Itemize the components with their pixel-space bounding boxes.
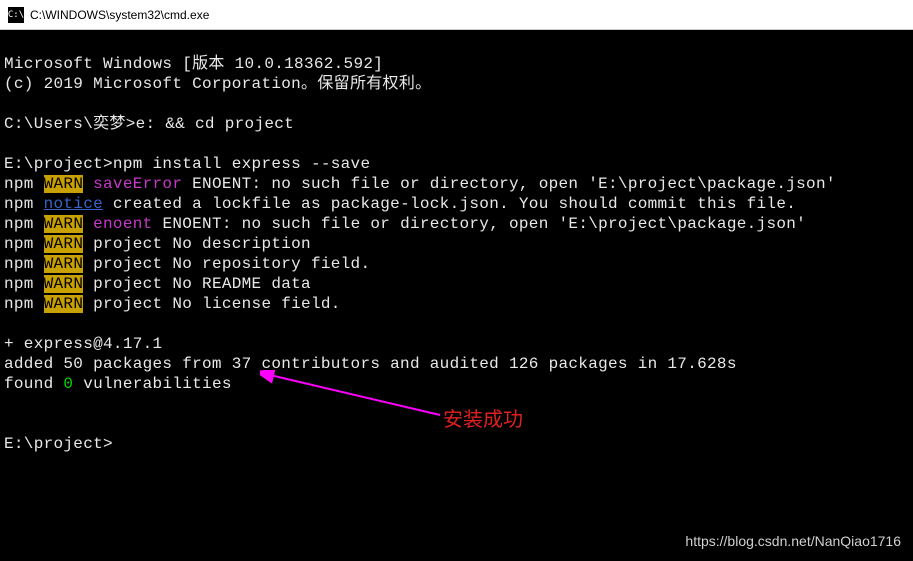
npm-msg: project No license field. <box>83 295 340 313</box>
npm-line: npm <box>4 215 44 233</box>
npm-line: npm <box>4 255 44 273</box>
npm-code: saveError <box>93 175 182 193</box>
prompt-2-path: E:\project> <box>4 155 113 173</box>
window-titlebar[interactable]: C:\ C:\WINDOWS\system32\cmd.exe <box>0 0 913 30</box>
warn-badge: WARN <box>44 275 84 293</box>
npm-line: npm <box>4 175 44 193</box>
install-result-package: + express@4.17.1 <box>4 335 162 353</box>
npm-msg: ENOENT: no such file or directory, open … <box>182 175 836 193</box>
vuln-count: 0 <box>63 375 73 393</box>
annotation-label: 安装成功 <box>443 403 523 432</box>
warn-badge: WARN <box>44 255 84 273</box>
warn-badge: WARN <box>44 295 84 313</box>
npm-line: npm <box>4 275 44 293</box>
prompt-1-path: C:\Users\奕梦> <box>4 115 136 133</box>
prompt-2-cmd: npm install express --save <box>113 155 370 173</box>
npm-line: npm <box>4 195 44 213</box>
warn-badge: WARN <box>44 215 84 233</box>
watermark-text: https://blog.csdn.net/NanQiao1716 <box>685 533 901 549</box>
prompt-3-path: E:\project> <box>4 435 113 453</box>
warn-badge: WARN <box>44 235 84 253</box>
npm-msg: project No description <box>83 235 311 253</box>
copyright-line: (c) 2019 Microsoft Corporation。保留所有权利。 <box>4 75 431 93</box>
cmd-icon: C:\ <box>8 7 24 23</box>
vuln-found-b: vulnerabilities <box>73 375 231 393</box>
install-result-added: added 50 packages from 37 contributors a… <box>4 355 737 373</box>
vuln-found-a: found <box>4 375 63 393</box>
terminal-output[interactable]: Microsoft Windows [版本 10.0.18362.592] (c… <box>0 30 913 458</box>
npm-code: notice <box>44 195 103 213</box>
window-title: C:\WINDOWS\system32\cmd.exe <box>30 8 209 22</box>
npm-msg: ENOENT: no such file or directory, open … <box>153 215 807 233</box>
space <box>83 215 93 233</box>
warn-badge: WARN <box>44 175 84 193</box>
npm-line: npm <box>4 295 44 313</box>
npm-code: enoent <box>93 215 152 233</box>
npm-msg: project No README data <box>83 275 311 293</box>
npm-msg: project No repository field. <box>83 255 370 273</box>
prompt-1-cmd: e: && cd project <box>136 115 294 133</box>
npm-line: npm <box>4 235 44 253</box>
os-version-line: Microsoft Windows [版本 10.0.18362.592] <box>4 55 383 73</box>
space <box>83 175 93 193</box>
npm-msg: created a lockfile as package-lock.json.… <box>103 195 796 213</box>
